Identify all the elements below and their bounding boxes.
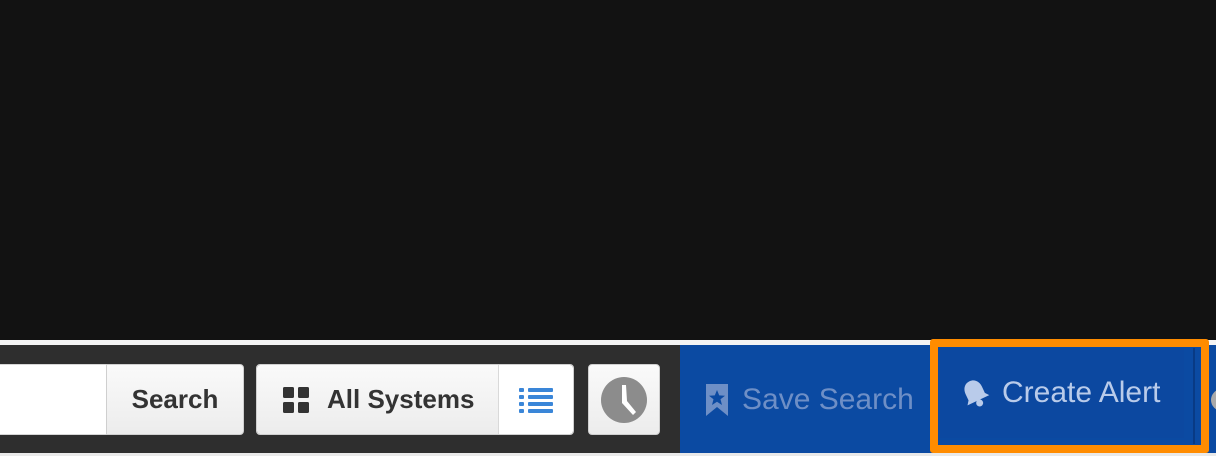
dark-content-area [0, 0, 1216, 340]
clock-icon [601, 376, 647, 423]
list-view-button[interactable] [499, 365, 573, 434]
search-button-label: Search [131, 384, 219, 414]
search-button[interactable]: Search [106, 364, 244, 435]
save-search-label: Save Search [742, 382, 914, 416]
time-range-button[interactable] [588, 364, 660, 435]
grid-icon [283, 386, 309, 413]
all-systems-button[interactable]: All Systems [257, 365, 499, 434]
create-alert-highlight [930, 339, 1209, 453]
systems-selector: All Systems [256, 364, 574, 435]
list-icon [519, 387, 553, 413]
settings-button[interactable] [1205, 383, 1216, 417]
search-input[interactable] [0, 364, 107, 435]
save-search-button[interactable]: Save Search [690, 364, 922, 435]
gear-icon [1211, 390, 1216, 410]
bookmark-star-icon [704, 383, 730, 417]
all-systems-label: All Systems [327, 384, 475, 414]
